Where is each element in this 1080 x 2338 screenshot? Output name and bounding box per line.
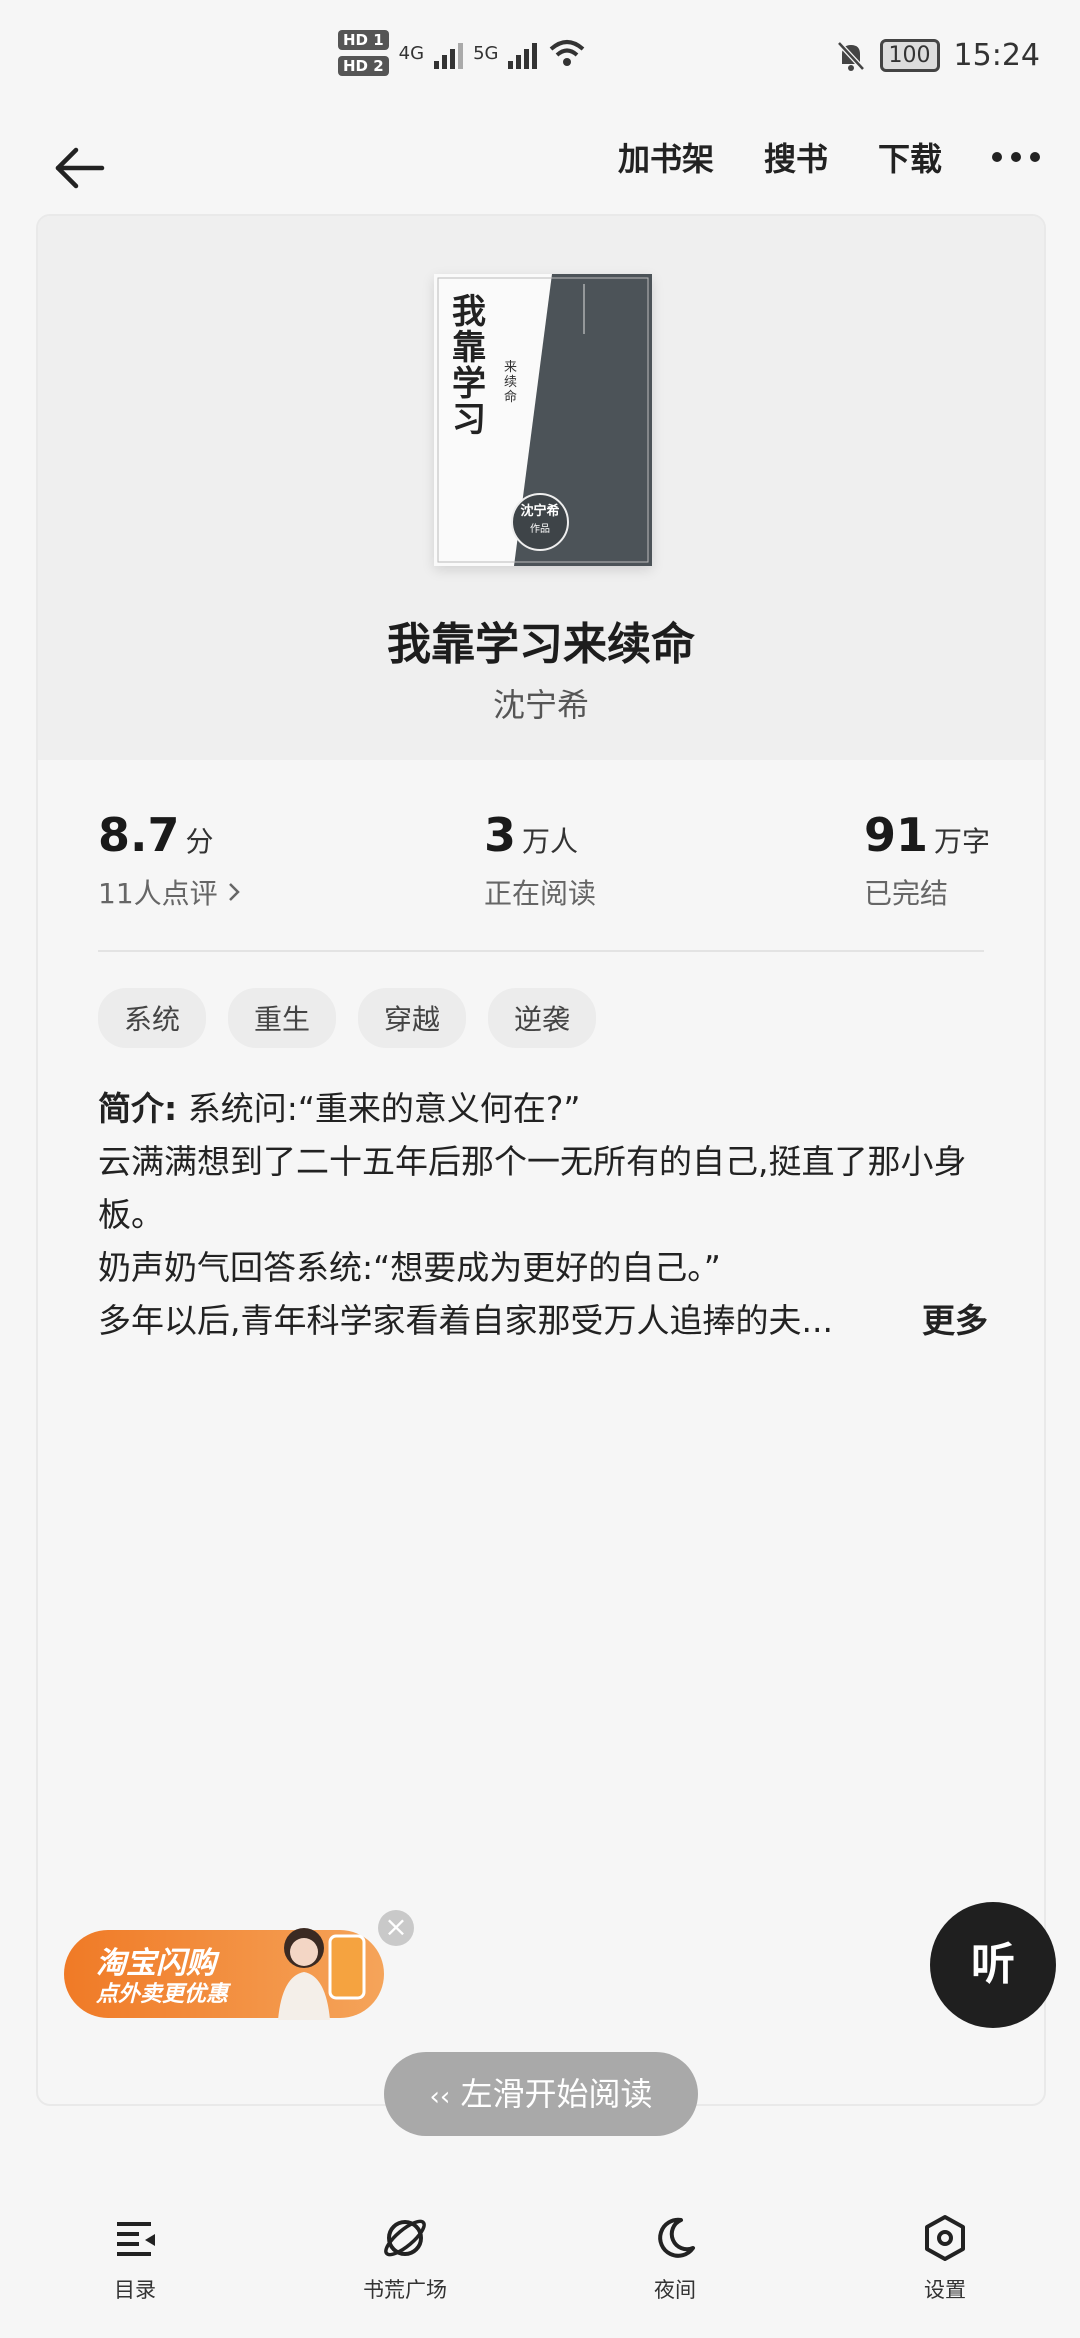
book-title: 我靠学习来续命 — [387, 619, 695, 670]
top-nav: 加书架 搜书 下载 — [0, 120, 1080, 220]
words-stat: 91 万字 已完结 — [864, 808, 990, 912]
intro-line-4: 多年以后,青年科学家看着自家那受万人追捧的夫... — [98, 1301, 833, 1340]
toc-button[interactable]: 目录 — [0, 2210, 270, 2338]
intro-label: 简介: — [98, 1089, 178, 1128]
network-4g-label: 4G — [398, 42, 425, 64]
wifi-icon — [550, 40, 585, 66]
network-5g-label: 5G — [473, 42, 499, 64]
rating-stat[interactable]: 8.7 分 11人点评 — [98, 808, 241, 912]
moon-icon — [658, 2217, 695, 2258]
intro-line-1: 系统问:“重来的意义何在?” — [187, 1089, 581, 1128]
cover-subtitle: 来续命 — [504, 360, 518, 405]
night-mode-label: 夜间 — [654, 2278, 696, 2302]
status-bar: HD 1 HD 2 4G 5G 100 15:24 — [0, 0, 1080, 120]
clock: 15:24 — [953, 38, 1040, 73]
ad-promo-image — [278, 1928, 366, 2020]
hexagon-settings-icon — [925, 2215, 965, 2261]
search-book-button[interactable]: 搜书 — [764, 134, 828, 180]
toc-label: 目录 — [114, 2278, 156, 2302]
book-author[interactable]: 沈宁希 — [38, 680, 1044, 726]
words-value: 91 — [864, 808, 929, 862]
chevron-right-icon — [228, 883, 240, 901]
hd1-badge: HD 1 — [338, 30, 389, 50]
battery-indicator: 100 — [879, 39, 940, 72]
tag-list: 系统 重生 穿越 逆袭 — [98, 988, 597, 1048]
cover-badge: 作品 — [530, 524, 550, 535]
tag-chip[interactable]: 系统 — [98, 988, 207, 1048]
bottom-toolbar: 目录 书荒广场 夜间 设置 — [0, 2210, 1080, 2338]
book-square-button[interactable]: 书荒广场 — [270, 2210, 540, 2338]
readers-value: 3 — [484, 808, 517, 862]
settings-button[interactable]: 设置 — [810, 2210, 1080, 2338]
readers-label: 正在阅读 — [484, 877, 597, 910]
intro-more-button[interactable]: 更多 — [922, 1294, 988, 1347]
nav-actions: 加书架 搜书 下载 — [568, 134, 1040, 180]
listen-button[interactable]: 听 — [930, 1902, 1056, 2028]
rating-reviews: 11人点评 — [98, 877, 218, 910]
book-intro: 简介: 系统问:“重来的意义何在?” 云满满想到了二十五年后那个一无所有的自己,… — [98, 1082, 988, 1347]
readers-stat: 3 万人 正在阅读 — [484, 808, 596, 912]
readers-unit: 万人 — [522, 825, 579, 858]
hd2-badge: HD 2 — [338, 56, 389, 76]
planet-icon — [384, 2219, 426, 2257]
cover-author: 沈宁希 — [520, 504, 560, 519]
rating-unit: 分 — [185, 825, 214, 858]
more-options-icon[interactable] — [992, 152, 1040, 162]
ad-banner[interactable]: 淘宝闪购 点外卖更优惠 × — [64, 1910, 414, 2020]
status-right: 100 15:24 — [836, 38, 1040, 73]
stats-divider — [98, 950, 984, 952]
signal-icon-2 — [508, 37, 538, 69]
tag-chip[interactable]: 穿越 — [358, 988, 467, 1048]
download-button[interactable]: 下载 — [878, 134, 942, 180]
swipe-label: 左滑开始阅读 — [460, 2075, 653, 2113]
settings-label: 设置 — [924, 2278, 966, 2302]
ad-subtitle: 点外卖更优惠 — [96, 1982, 229, 2007]
rating-value: 8.7 — [98, 808, 180, 862]
swipe-to-read-hint[interactable]: ‹‹ 左滑开始阅读 — [384, 2052, 698, 2136]
words-unit: 万字 — [934, 825, 991, 858]
add-to-shelf-button[interactable]: 加书架 — [618, 134, 714, 180]
cover-title: 我靠学习 — [452, 292, 486, 440]
intro-line-3: 奶声奶气回答系统:“想要成为更好的自己。” — [98, 1248, 721, 1287]
book-square-label: 书荒广场 — [363, 2278, 447, 2302]
bell-off-icon — [836, 40, 865, 71]
words-status: 已完结 — [864, 877, 949, 910]
intro-line-2: 云满满想到了二十五年后那个一无所有的自己,挺直了那小身板。 — [98, 1142, 967, 1234]
book-cover[interactable]: 我靠学习 来续命 沈宁希 作品 — [434, 274, 652, 566]
toc-icon — [117, 2222, 155, 2256]
book-detail-card: 我靠学习 来续命 沈宁希 作品 我靠学习来续命 沈宁希 8.7 分 11人点评 3… — [36, 214, 1046, 2106]
tag-chip[interactable]: 重生 — [228, 988, 337, 1048]
double-chevron-left-icon: ‹‹ — [429, 2082, 451, 2112]
signal-icon — [434, 37, 464, 69]
night-mode-button[interactable]: 夜间 — [540, 2210, 810, 2338]
ad-close-icon[interactable]: × — [378, 1910, 414, 1946]
back-arrow-icon[interactable] — [50, 138, 110, 198]
tag-chip[interactable]: 逆袭 — [488, 988, 597, 1048]
network-indicators: HD 1 HD 2 4G 5G — [338, 30, 587, 76]
